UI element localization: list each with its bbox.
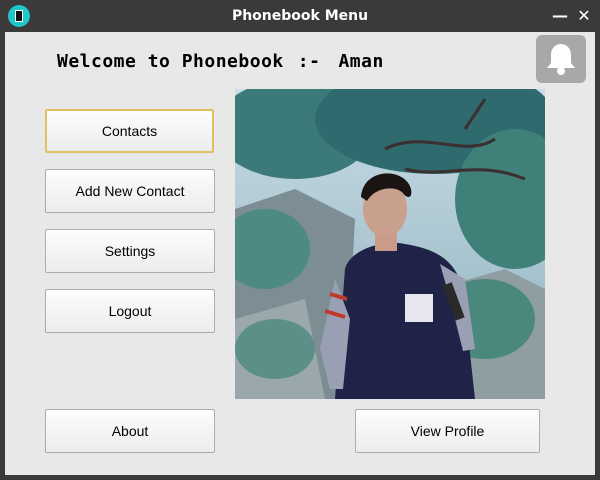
title-bar[interactable]: Phonebook Menu — ✕ bbox=[0, 0, 600, 32]
view-profile-button[interactable]: View Profile bbox=[355, 409, 540, 453]
app-window: Phonebook Menu — ✕ Welcome to Phonebook:… bbox=[0, 0, 600, 480]
welcome-separator: :- bbox=[297, 51, 321, 72]
settings-button[interactable]: Settings bbox=[45, 229, 215, 273]
profile-photo bbox=[235, 89, 545, 399]
notification-button[interactable] bbox=[536, 35, 586, 83]
welcome-text: Welcome to Phonebook bbox=[57, 51, 284, 72]
minimize-button[interactable]: — bbox=[550, 6, 570, 26]
welcome-heading: Welcome to Phonebook :- Aman bbox=[57, 51, 384, 72]
logout-button[interactable]: Logout bbox=[45, 289, 215, 333]
contacts-button[interactable]: Contacts bbox=[45, 109, 214, 153]
close-button[interactable]: ✕ bbox=[574, 6, 594, 26]
add-new-contact-button[interactable]: Add New Contact bbox=[45, 169, 215, 213]
main-panel: Welcome to Phonebook :- Aman Contacts Add … bbox=[5, 32, 595, 475]
username-label: Aman bbox=[338, 51, 384, 72]
window-title: Phonebook Menu bbox=[231, 8, 369, 24]
bell-icon bbox=[547, 44, 575, 75]
about-button[interactable]: About bbox=[45, 409, 215, 453]
